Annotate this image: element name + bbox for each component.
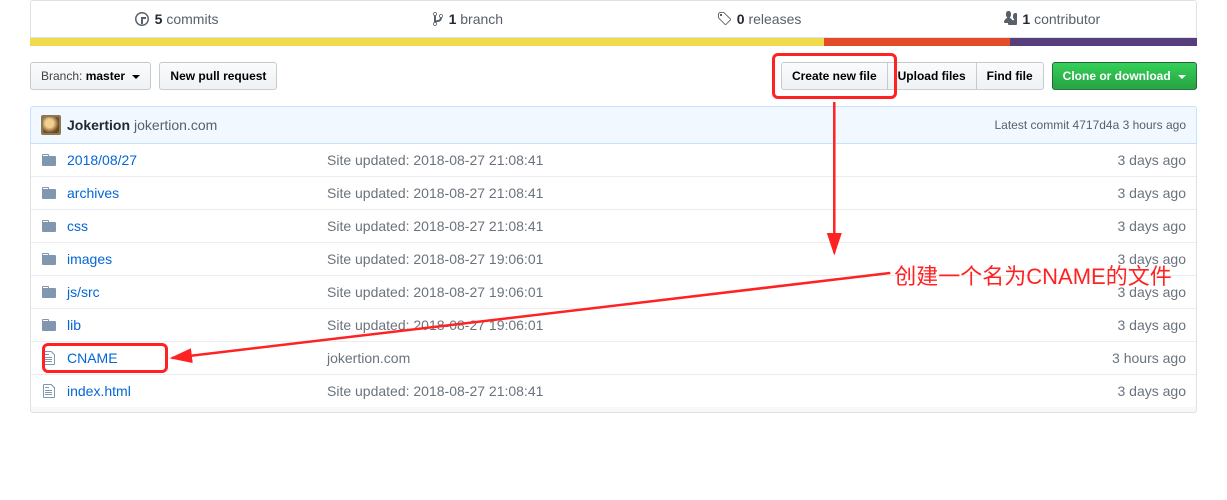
- author-avatar[interactable]: [41, 115, 61, 135]
- language-segment[interactable]: [824, 38, 1011, 46]
- file-row: CNAME jokertion.com 3 hours ago: [31, 341, 1196, 374]
- file-row: images Site updated: 2018-08-27 19:06:01 3…: [31, 242, 1196, 275]
- clone-label: Clone or download: [1063, 69, 1171, 83]
- language-segment[interactable]: [30, 38, 824, 46]
- file-name-link[interactable]: images: [67, 251, 112, 267]
- folder-icon: [41, 185, 57, 201]
- commit-meta: Latest commit 4717d4a 3 hours ago: [995, 118, 1187, 132]
- commit-message[interactable]: jokertion.com: [134, 117, 217, 133]
- stat-releases[interactable]: 0 releases: [614, 1, 905, 37]
- branch-prefix: Branch:: [41, 69, 82, 83]
- file-name-link[interactable]: 2018/08/27: [67, 152, 137, 168]
- folder-icon: [41, 317, 57, 333]
- file-age: 3 days ago: [1118, 183, 1187, 203]
- file-commit-message[interactable]: Site updated: 2018-08-27 19:06:01: [327, 284, 543, 300]
- branches-count: 1: [449, 11, 457, 27]
- file-row: js/src Site updated: 2018-08-27 19:06:01 3…: [31, 275, 1196, 308]
- branches-label: branch: [460, 11, 503, 27]
- releases-label: releases: [748, 11, 801, 27]
- file-age: 3 days ago: [1118, 381, 1187, 401]
- page-container: 5 commits 1 branch 0 releases 1 contribu…: [30, 0, 1197, 413]
- commit-sha[interactable]: 4717d4a: [1073, 118, 1120, 132]
- upload-files-button[interactable]: Upload files: [887, 62, 977, 90]
- caret-down-icon: [1178, 75, 1186, 79]
- stat-commits[interactable]: 5 commits: [31, 1, 322, 37]
- file-age: 3 days ago: [1118, 249, 1187, 269]
- file-commit-message[interactable]: Site updated: 2018-08-27 19:06:01: [327, 317, 543, 333]
- file-icon: [41, 350, 57, 366]
- file-commit-message[interactable]: Site updated: 2018-08-27 19:06:01: [327, 251, 543, 267]
- file-age: 3 hours ago: [1112, 348, 1186, 368]
- file-commit-message[interactable]: jokertion.com: [327, 350, 410, 366]
- file-commit-message[interactable]: Site updated: 2018-08-27 21:08:41: [327, 218, 543, 234]
- file-name-link[interactable]: archives: [67, 185, 119, 201]
- file-age: 3 days ago: [1118, 315, 1187, 335]
- file-name-link[interactable]: js/src: [67, 284, 100, 300]
- latest-commit-bar: Jokertion jokertion.com Latest commit 47…: [30, 106, 1197, 144]
- folder-icon: [41, 251, 57, 267]
- file-actions-group: Create new file Upload files Find file: [781, 62, 1044, 90]
- file-list: 2018/08/27 Site updated: 2018-08-27 21:08…: [30, 144, 1197, 408]
- file-commit-message[interactable]: Site updated: 2018-08-27 21:08:41: [327, 383, 543, 399]
- file-toolbar: Branch: master New pull request Create n…: [30, 62, 1197, 90]
- file-row: 2018/08/27 Site updated: 2018-08-27 21:08…: [31, 144, 1196, 176]
- file-row: archives Site updated: 2018-08-27 21:08:4…: [31, 176, 1196, 209]
- tag-icon: [717, 11, 731, 27]
- contributors-count: 1: [1022, 11, 1030, 27]
- commits-label: commits: [166, 11, 218, 27]
- bottom-spacer: [30, 407, 1197, 413]
- stat-contributors[interactable]: 1 contributor: [905, 1, 1196, 37]
- file-icon: [41, 383, 57, 399]
- stat-branches[interactable]: 1 branch: [322, 1, 613, 37]
- create-new-file-button[interactable]: Create new file: [781, 62, 888, 90]
- people-icon: [1001, 11, 1017, 27]
- file-commit-message[interactable]: Site updated: 2018-08-27 21:08:41: [327, 152, 543, 168]
- folder-icon: [41, 284, 57, 300]
- file-age: 3 days ago: [1118, 282, 1187, 302]
- caret-down-icon: [132, 75, 140, 79]
- file-commit-message[interactable]: Site updated: 2018-08-27 21:08:41: [327, 185, 543, 201]
- history-icon: [135, 11, 149, 27]
- contributors-label: contributor: [1034, 11, 1100, 27]
- file-name-link[interactable]: CNAME: [67, 350, 118, 366]
- clone-download-button[interactable]: Clone or download: [1052, 62, 1197, 90]
- latest-commit-label: Latest commit: [995, 118, 1070, 132]
- find-file-button[interactable]: Find file: [976, 62, 1044, 90]
- branch-select-button[interactable]: Branch: master: [30, 62, 151, 90]
- file-row: lib Site updated: 2018-08-27 19:06:01 3 da…: [31, 308, 1196, 341]
- commit-author[interactable]: Jokertion: [67, 117, 130, 133]
- new-pull-request-button[interactable]: New pull request: [159, 62, 277, 90]
- file-age: 3 days ago: [1118, 216, 1187, 236]
- file-row: css Site updated: 2018-08-27 21:08:41 3 da…: [31, 209, 1196, 242]
- file-name-link[interactable]: css: [67, 218, 88, 234]
- file-name-link[interactable]: lib: [67, 317, 81, 333]
- folder-icon: [41, 152, 57, 168]
- language-color-bar[interactable]: [30, 38, 1197, 46]
- commit-age: 3 hours ago: [1123, 118, 1186, 132]
- folder-icon: [41, 218, 57, 234]
- file-name-link[interactable]: index.html: [67, 383, 131, 399]
- branch-icon: [433, 11, 443, 27]
- file-row: index.html Site updated: 2018-08-27 21:08…: [31, 374, 1196, 407]
- branch-name: master: [86, 69, 125, 83]
- releases-count: 0: [737, 11, 745, 27]
- language-segment[interactable]: [1010, 38, 1197, 46]
- repo-stats-bar: 5 commits 1 branch 0 releases 1 contribu…: [30, 0, 1197, 38]
- commits-count: 5: [155, 11, 163, 27]
- file-age: 3 days ago: [1118, 150, 1187, 170]
